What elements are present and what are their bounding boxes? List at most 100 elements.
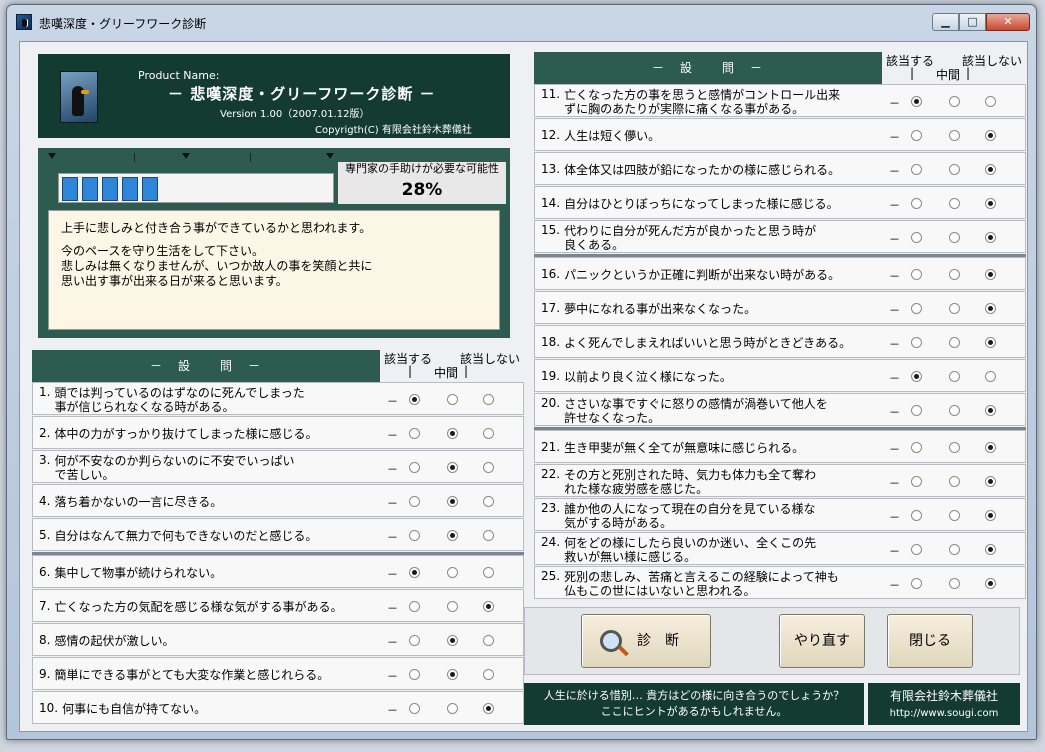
answer-no-radio[interactable]	[483, 394, 494, 405]
answer-no-radio[interactable]	[985, 544, 996, 555]
dash-separator: －	[889, 579, 900, 592]
close-button[interactable]: 閉じる	[887, 614, 973, 668]
answer-no-radio[interactable]	[985, 96, 996, 107]
answer-no-radio[interactable]	[483, 703, 494, 714]
dash-separator: －	[889, 199, 900, 212]
answer-mid-radio[interactable]	[949, 544, 960, 555]
answer-mid-radio[interactable]	[949, 510, 960, 521]
answer-mid-radio[interactable]	[447, 635, 458, 646]
answer-no-radio[interactable]	[985, 337, 996, 348]
answer-mid-radio[interactable]	[949, 269, 960, 280]
answer-yes-radio[interactable]	[911, 198, 922, 209]
answer-mid-radio[interactable]	[949, 96, 960, 107]
title-bar[interactable]: 悲嘆深度・グリーフワーク診断 ▁ □ ✕	[7, 5, 1036, 39]
col-mid-label: 中間	[936, 68, 961, 82]
answer-yes-radio[interactable]	[409, 462, 420, 473]
answer-yes-radio[interactable]	[409, 394, 420, 405]
maximize-button[interactable]: □	[959, 13, 986, 31]
question-row: 1. 頭では判っているのはずなのに死んでしまった 事が信じられなくなる時がある。 －	[32, 382, 524, 415]
answer-yes-radio[interactable]	[911, 269, 922, 280]
question-row: 11. 亡くなった方の事を思うと感情がコントロール出来 ずに胸のあたりが実際に痛くな…	[534, 84, 1026, 117]
answer-mid-radio[interactable]	[447, 394, 458, 405]
answer-yes-radio[interactable]	[911, 303, 922, 314]
answer-yes-radio[interactable]	[911, 232, 922, 243]
answer-no-radio[interactable]	[483, 567, 494, 578]
hint-link[interactable]: 人生に於ける惜別… 貴方はどの様に向き合うのでしょうか？ ここにヒントがあるかも…	[524, 683, 864, 725]
answer-yes-radio[interactable]	[911, 405, 922, 416]
answer-mid-radio[interactable]	[949, 476, 960, 487]
answer-yes-radio[interactable]	[911, 371, 922, 382]
answer-mid-radio[interactable]	[447, 601, 458, 612]
answer-no-radio[interactable]	[483, 496, 494, 507]
answer-yes-radio[interactable]	[409, 635, 420, 646]
answer-yes-radio[interactable]	[409, 496, 420, 507]
answer-no-radio[interactable]	[985, 442, 996, 453]
answer-no-radio[interactable]	[483, 635, 494, 646]
question-number: 17.	[541, 301, 561, 315]
question-line: 集中して物事が続けられない。	[54, 565, 223, 580]
answer-no-radio[interactable]	[985, 232, 996, 243]
answer-mid-radio[interactable]	[447, 530, 458, 541]
answer-yes-radio[interactable]	[911, 442, 922, 453]
answer-yes-radio[interactable]	[409, 567, 420, 578]
answer-mid-radio[interactable]	[949, 405, 960, 416]
answer-mid-radio[interactable]	[949, 337, 960, 348]
answer-no-radio[interactable]	[483, 669, 494, 680]
close-window-button[interactable]: ✕	[986, 13, 1030, 31]
company-link[interactable]: 有限会社鈴木葬儀社 http://www.sougi.com	[868, 683, 1020, 725]
question-line: 亡くなった方の気配を感じる様な気がする事がある。	[54, 599, 343, 614]
answer-mid-radio[interactable]	[949, 578, 960, 589]
answer-yes-radio[interactable]	[911, 96, 922, 107]
answer-mid-radio[interactable]	[447, 462, 458, 473]
answer-mid-radio[interactable]	[949, 371, 960, 382]
answer-yes-radio[interactable]	[409, 428, 420, 439]
answer-yes-radio[interactable]	[911, 130, 922, 141]
answer-mid-radio[interactable]	[949, 232, 960, 243]
answer-mid-radio[interactable]	[447, 567, 458, 578]
answer-yes-radio[interactable]	[409, 703, 420, 714]
answer-yes-radio[interactable]	[911, 544, 922, 555]
answer-yes-radio[interactable]	[409, 530, 420, 541]
redo-button[interactable]: やり直す	[779, 614, 865, 668]
answer-no-radio[interactable]	[985, 269, 996, 280]
diagnose-label: 診 断	[637, 633, 679, 649]
answer-mid-radio[interactable]	[447, 703, 458, 714]
answer-yes-radio[interactable]	[911, 337, 922, 348]
answer-mid-radio[interactable]	[447, 669, 458, 680]
answer-no-radio[interactable]	[985, 303, 996, 314]
question-text-body: 何が不安なのか判らないのに不安でいっぱい で苦しい。	[54, 454, 294, 482]
answer-yes-radio[interactable]	[911, 578, 922, 589]
question-line: 落ち着かないの一言に尽きる。	[54, 494, 223, 509]
answer-no-radio[interactable]	[985, 198, 996, 209]
answer-yes-radio[interactable]	[409, 669, 420, 680]
answer-mid-radio[interactable]	[949, 303, 960, 314]
answer-yes-radio[interactable]	[409, 601, 420, 612]
answer-yes-radio[interactable]	[911, 510, 922, 521]
question-number: 24.	[541, 535, 561, 549]
answer-yes-radio[interactable]	[911, 476, 922, 487]
question-text-body: 生き甲斐が無く全てが無意味に感じられる。	[564, 441, 804, 455]
answer-mid-radio[interactable]	[949, 198, 960, 209]
answer-no-radio[interactable]	[483, 428, 494, 439]
answer-no-radio[interactable]	[985, 405, 996, 416]
answer-no-radio[interactable]	[985, 510, 996, 521]
answer-mid-radio[interactable]	[949, 130, 960, 141]
answer-no-radio[interactable]	[985, 130, 996, 141]
answer-no-radio[interactable]	[483, 462, 494, 473]
question-text-body: 何事にも自信が持てない。	[62, 702, 206, 716]
question-row: 8. 感情の起伏が激しい。 －	[32, 623, 524, 656]
answer-no-radio[interactable]	[985, 476, 996, 487]
answer-no-radio[interactable]	[483, 530, 494, 541]
question-number: 3.	[39, 453, 51, 467]
answer-no-radio[interactable]	[985, 371, 996, 382]
minimize-button[interactable]: ▁	[932, 13, 959, 31]
answer-no-radio[interactable]	[985, 578, 996, 589]
answer-mid-radio[interactable]	[949, 442, 960, 453]
answer-no-radio[interactable]	[483, 601, 494, 612]
diagnose-button[interactable]: 診 断	[581, 614, 711, 668]
answer-no-radio[interactable]	[985, 164, 996, 175]
answer-mid-radio[interactable]	[447, 496, 458, 507]
answer-mid-radio[interactable]	[949, 164, 960, 175]
answer-mid-radio[interactable]	[447, 428, 458, 439]
answer-yes-radio[interactable]	[911, 164, 922, 175]
